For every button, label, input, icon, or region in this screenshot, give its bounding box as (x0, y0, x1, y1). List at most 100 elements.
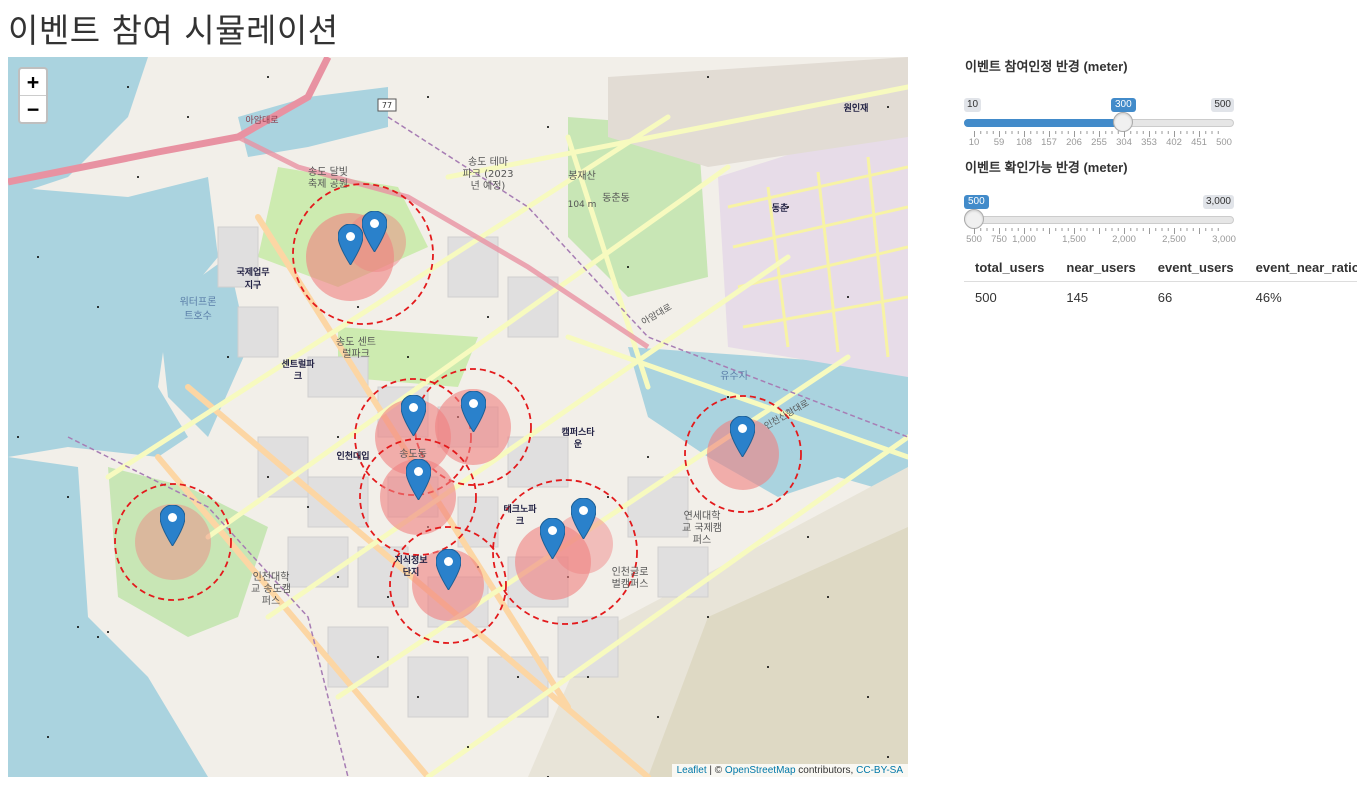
svg-text:동춘동: 동춘동 (602, 192, 630, 204)
slider-handle[interactable] (1113, 112, 1133, 132)
slider-handle[interactable] (964, 209, 984, 229)
slider-tick-label: 255 (1091, 137, 1107, 148)
svg-text:연세대학: 연세대학 (684, 510, 721, 522)
slider-tick-labels: 10 59 108 157 206 255 304 353 402 451 500 (964, 137, 1234, 151)
svg-text:퍼스: 퍼스 (693, 534, 711, 546)
map-marker-icon[interactable] (338, 224, 363, 265)
slider-value-badge: 300 (1111, 98, 1136, 112)
svg-text:파크 (2023: 파크 (2023 (463, 168, 514, 180)
col-near-users: near_users (1055, 256, 1147, 282)
svg-text:봉재산: 봉재산 (568, 170, 596, 182)
control-panel: 이벤트 참여인정 반경 (meter) 10 500 300 10 59 108 15… (964, 56, 1357, 307)
svg-text:원인재: 원인재 (844, 102, 869, 114)
svg-text:퍼스: 퍼스 (262, 595, 280, 607)
svg-text:단지: 단지 (403, 566, 420, 578)
svg-text:크: 크 (294, 371, 302, 382)
col-event-users: event_users (1146, 256, 1245, 282)
map-attribution: Leaflet | © OpenStreetMap contributors, … (671, 764, 908, 777)
svg-text:벌캠퍼스: 벌캠퍼스 (612, 578, 649, 590)
visibility-radius-control: 이벤트 확인가능 반경 (meter) 500 3,000 500 750 1,00… (964, 157, 1348, 245)
map-marker-icon[interactable] (362, 211, 387, 252)
slider-tick-label: 108 (1016, 137, 1032, 148)
slider-tick-label: 2,000 (1112, 234, 1136, 245)
svg-text:교 국제캠: 교 국제캠 (682, 522, 722, 534)
slider-tick-label: 451 (1191, 137, 1207, 148)
slider-tick-label: 750 (991, 234, 1007, 245)
license-link[interactable]: CC-BY-SA (856, 765, 903, 776)
col-total-users: total_users (964, 256, 1056, 282)
slider-min-label: 10 (964, 98, 982, 112)
zoom-out-button[interactable]: − (20, 96, 46, 122)
svg-text:104 m: 104 m (568, 200, 597, 210)
svg-text:센트럴파: 센트럴파 (281, 358, 315, 370)
svg-text:77: 77 (382, 101, 392, 110)
zoom-in-button[interactable]: + (20, 69, 46, 96)
participation-radius-slider[interactable]: 10 500 300 10 59 108 157 206 255 304 353 402 451 5… (964, 75, 1234, 148)
stats-header-row: total_users near_users event_users event… (964, 256, 1357, 282)
slider-tick-label: 59 (993, 137, 1005, 148)
slider-tick-label: 157 (1041, 137, 1057, 148)
participation-radius-control: 이벤트 참여인정 반경 (meter) 10 500 300 10 59 108 15… (964, 56, 1348, 148)
svg-text:년 예정): 년 예정) (471, 180, 506, 192)
map-marker-icon[interactable] (730, 416, 755, 457)
map-marker-icon[interactable] (406, 459, 431, 500)
stats-table: total_users near_users event_users event… (964, 256, 1357, 307)
svg-text:트호수: 트호수 (184, 310, 212, 322)
svg-text:운: 운 (574, 439, 582, 450)
svg-text:인천대입: 인천대입 (336, 450, 369, 462)
slider-tick-label: 500 (1216, 137, 1232, 148)
svg-text:교 송도캠: 교 송도캠 (251, 583, 291, 595)
slider-label: 이벤트 참여인정 반경 (meter) (965, 59, 1128, 74)
col-event-near-ratio: event_near_ratio (1244, 256, 1357, 282)
slider-max-label: 500 (1211, 98, 1234, 112)
slider-tick-label: 3,000 (1212, 234, 1236, 245)
osm-link[interactable]: OpenStreetMap (725, 765, 796, 776)
map-marker-icon[interactable] (540, 518, 565, 559)
map-marker-icon[interactable] (571, 498, 596, 539)
svg-text:송도 센트: 송도 센트 (336, 336, 376, 348)
map-marker-icon[interactable] (401, 395, 426, 436)
svg-text:캠퍼스타: 캠퍼스타 (561, 426, 595, 438)
slider-tick-label: 500 (966, 234, 982, 245)
page-title: 이벤트 참여 시뮬레이션 (8, 11, 339, 50)
slider-value-badge: 500 (964, 195, 989, 209)
near-users-value: 145 (1066, 290, 1089, 305)
total-users-value: 500 (975, 290, 997, 305)
zoom-control[interactable]: + − (18, 67, 48, 124)
svg-text:아암대로: 아암대로 (245, 114, 278, 126)
svg-text:지구: 지구 (245, 279, 262, 291)
svg-text:지식정보: 지식정보 (394, 554, 428, 566)
svg-text:인천대학: 인천대학 (253, 571, 290, 583)
map-tiles[interactable]: 송도 달빛 축제 공원 국제업무 지구 워터프론 트호수 센트럴파 크 송도 센… (8, 57, 908, 777)
event-near-ratio-value: 46% (1255, 290, 1282, 305)
svg-text:크: 크 (516, 516, 524, 527)
slider-tick-labels: 500 750 1,000 1,500 2,000 2,500 3,000 (964, 234, 1236, 248)
visibility-radius-slider[interactable]: 500 3,000 500 750 1,000 1,500 2,000 2,500 3,00… (964, 172, 1236, 245)
svg-text:송도 테마: 송도 테마 (468, 156, 508, 168)
slider-tick-label: 2,500 (1162, 234, 1186, 245)
slider-tick-label: 304 (1116, 137, 1132, 148)
map-marker-icon[interactable] (160, 505, 185, 546)
slider-tick-label: 402 (1166, 137, 1182, 148)
svg-text:인천글로: 인천글로 (612, 566, 649, 578)
slider-tick-label: 10 (968, 137, 980, 148)
slider-tick-label: 353 (1141, 137, 1157, 148)
map-marker-icon[interactable] (436, 549, 461, 590)
slider-tick-label: 1,000 (1012, 234, 1036, 245)
svg-text:유수지: 유수지 (720, 370, 748, 382)
slider-max-label: 3,000 (1202, 195, 1234, 209)
leaflet-link[interactable]: Leaflet (677, 765, 707, 776)
svg-text:워터프론: 워터프론 (180, 295, 217, 308)
slider-tick-label: 1,500 (1062, 234, 1086, 245)
place-label: 송도 달빛 (308, 166, 348, 178)
map-marker-icon[interactable] (461, 391, 486, 432)
svg-text:테크노파: 테크노파 (503, 503, 537, 515)
svg-text:축제 공원: 축제 공원 (308, 178, 348, 190)
svg-text:동춘: 동춘 (772, 202, 789, 214)
svg-text:럴파크: 럴파크 (342, 347, 370, 360)
table-row: 500 145 66 46% (964, 282, 1357, 308)
event-map[interactable]: 송도 달빛 축제 공원 국제업무 지구 워터프론 트호수 센트럴파 크 송도 센… (8, 57, 908, 777)
event-users-value: 66 (1157, 290, 1173, 305)
svg-text:국제업무: 국제업무 (236, 266, 269, 278)
slider-track[interactable] (964, 216, 1234, 224)
